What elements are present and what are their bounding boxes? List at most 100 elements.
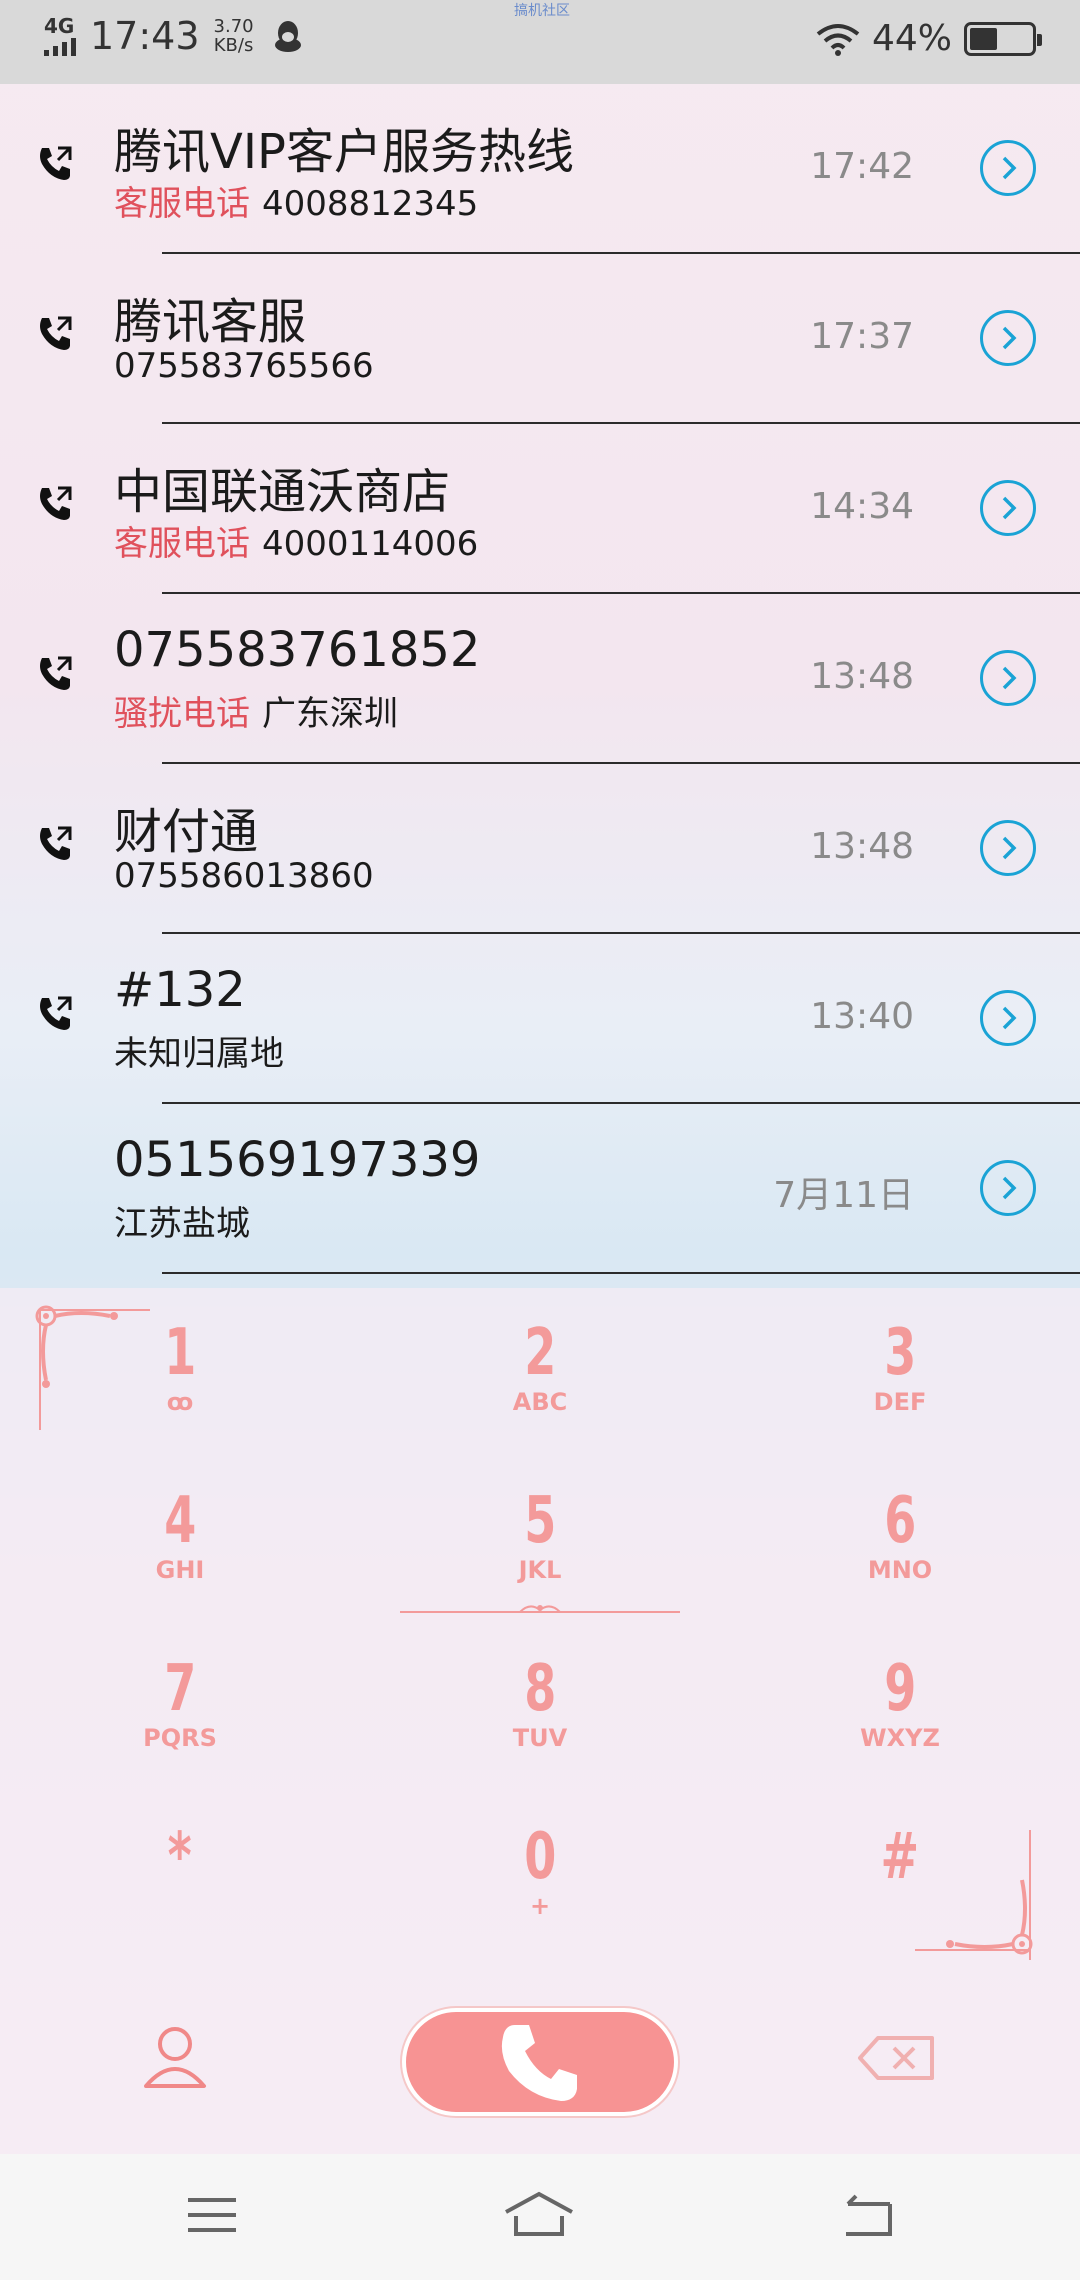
dial-key[interactable]: 7 PQRS: [0, 1624, 360, 1792]
row-divider: [162, 1272, 1080, 1274]
dial-key[interactable]: *: [0, 1792, 360, 1960]
call-subtitle: 客服电话 4008812345: [114, 176, 478, 225]
contact-name: 腾讯客服: [114, 294, 307, 350]
call-details-button[interactable]: [980, 140, 1036, 196]
number-detail: 4008812345: [262, 184, 479, 224]
dial-key[interactable]: 5 JKL: [360, 1456, 720, 1624]
call-subtitle: 骚扰电话 广东深圳: [114, 686, 398, 735]
chevron-right-icon: [1002, 836, 1017, 860]
number-detail: 075586013860: [114, 856, 374, 896]
speed-value: 3.70: [213, 16, 254, 37]
dial-key[interactable]: 0 +: [360, 1792, 720, 1960]
dial-key-letters: ꝏ: [166, 1388, 194, 1416]
call-details-button[interactable]: [980, 820, 1036, 876]
dial-key[interactable]: 2 ABC: [360, 1288, 720, 1456]
call-subtitle: 075583765566: [114, 346, 374, 386]
contact-name: 腾讯VIP客户服务热线: [114, 124, 574, 180]
menu-icon[interactable]: [182, 2190, 242, 2240]
dial-key[interactable]: 3 DEF: [720, 1288, 1080, 1456]
chevron-right-icon: [1002, 496, 1017, 520]
call-details-button[interactable]: [980, 480, 1036, 536]
action-bar: [0, 1978, 1080, 2154]
dial-key-digit: 1: [163, 1316, 197, 1390]
contact-name: 中国联通沃商店: [114, 464, 451, 520]
dial-key[interactable]: 4 GHI: [0, 1456, 360, 1624]
battery-percent: 44%: [871, 18, 952, 59]
dial-key[interactable]: 8 TUV: [360, 1624, 720, 1792]
call-log-row[interactable]: 中国联通沃商店 客服电话 4000114006 14:34: [0, 424, 1080, 594]
number-tag: 客服电话: [114, 184, 250, 224]
number-detail: 未知归属地: [114, 1034, 284, 1074]
call-log-row[interactable]: #132 未知归属地 13:40: [0, 934, 1080, 1104]
number-detail: 075583765566: [114, 346, 374, 386]
call-log-list: 腾讯VIP客户服务热线 客服电话 4008812345 17:42 腾讯客服 075583…: [0, 84, 1080, 1274]
call-subtitle: 未知归属地: [114, 1026, 284, 1075]
call-time: 13:48: [810, 656, 914, 697]
contact-name: 051569197339: [114, 1132, 481, 1188]
contact-name: 075583761852: [114, 622, 481, 678]
dial-key-digit: 7: [163, 1652, 197, 1726]
call-details-button[interactable]: [980, 310, 1036, 366]
call-log-row[interactable]: 财付通 075586013860 13:48: [0, 764, 1080, 934]
phone-icon: [501, 2025, 577, 2101]
call-time: 14:34: [810, 486, 914, 527]
person-icon[interactable]: [140, 2022, 210, 2092]
dial-key-digit: 5: [523, 1484, 557, 1558]
speed-unit: KB/s: [213, 35, 254, 56]
number-detail: 广东深圳: [262, 694, 398, 734]
network-speed: 3.70 KB/s: [214, 17, 254, 55]
call-log-row[interactable]: 075583761852 骚扰电话 广东深圳 13:48: [0, 594, 1080, 764]
dial-key[interactable]: 9 WXYZ: [720, 1624, 1080, 1792]
dial-key-letters: ABC: [512, 1388, 568, 1416]
battery-fill: [970, 27, 998, 50]
call-details-button[interactable]: [980, 650, 1036, 706]
corner-ornament-icon: [35, 1305, 150, 1430]
call-details-button[interactable]: [980, 1160, 1036, 1216]
network-type: 4G: [44, 14, 75, 38]
dial-key-digit: 9: [883, 1652, 917, 1726]
dial-key-letters: JKL: [518, 1556, 562, 1584]
call-log-row[interactable]: 051569197339 江苏盐城 7月11日: [0, 1104, 1080, 1274]
navigation-bar: [0, 2154, 1080, 2280]
chevron-right-icon: [1002, 666, 1017, 690]
call-time: 17:37: [810, 316, 914, 357]
chevron-right-icon: [1002, 1006, 1017, 1030]
call-time: 7月11日: [773, 1175, 914, 1216]
call-time: 13:48: [810, 826, 914, 867]
backspace-icon[interactable]: [856, 2034, 936, 2082]
outgoing-call-icon: [40, 656, 72, 690]
call-log-row[interactable]: 腾讯客服 075583765566 17:37: [0, 254, 1080, 424]
dial-key-digit: 8: [523, 1652, 557, 1726]
home-icon[interactable]: [502, 2190, 576, 2240]
chevron-right-icon: [1002, 156, 1017, 180]
dial-key[interactable]: 6 MNO: [720, 1456, 1080, 1624]
outgoing-call-icon: [40, 146, 72, 180]
divider-ornament-icon: [400, 1605, 680, 1613]
call-time: 17:42: [810, 146, 914, 187]
call-log-row[interactable]: 腾讯VIP客户服务热线 客服电话 4008812345 17:42: [0, 84, 1080, 254]
dial-key-digit: 4: [163, 1484, 197, 1558]
dial-key-digit: 2: [523, 1316, 557, 1390]
call-subtitle: 客服电话 4000114006: [114, 516, 478, 565]
chevron-right-icon: [1002, 1176, 1017, 1200]
watermark-text: 搞机社区: [514, 3, 570, 19]
wifi-icon: [816, 23, 860, 56]
call-time: 13:40: [810, 996, 914, 1037]
number-detail: 江苏盐城: [114, 1204, 250, 1244]
status-bar: 4G 17:43 3.70 KB/s 搞机社区 44%: [0, 0, 1080, 84]
call-button[interactable]: [402, 2008, 678, 2116]
dial-key-digit: *: [167, 1820, 193, 1894]
dial-key-digit: 0: [523, 1820, 557, 1894]
dial-key-digit: 6: [883, 1484, 917, 1558]
battery-icon: [964, 21, 1042, 56]
signal-bars-icon: [44, 38, 76, 56]
call-subtitle: 075586013860: [114, 856, 374, 896]
dial-key-letters: +: [529, 1892, 551, 1920]
back-icon[interactable]: [840, 2190, 900, 2240]
signal-indicator: 4G: [44, 16, 76, 56]
outgoing-call-icon: [40, 996, 72, 1030]
corner-ornament-icon: [915, 1830, 1033, 1960]
qq-penguin-icon: [274, 21, 301, 52]
dial-key-letters: TUV: [512, 1724, 568, 1752]
call-details-button[interactable]: [980, 990, 1036, 1046]
